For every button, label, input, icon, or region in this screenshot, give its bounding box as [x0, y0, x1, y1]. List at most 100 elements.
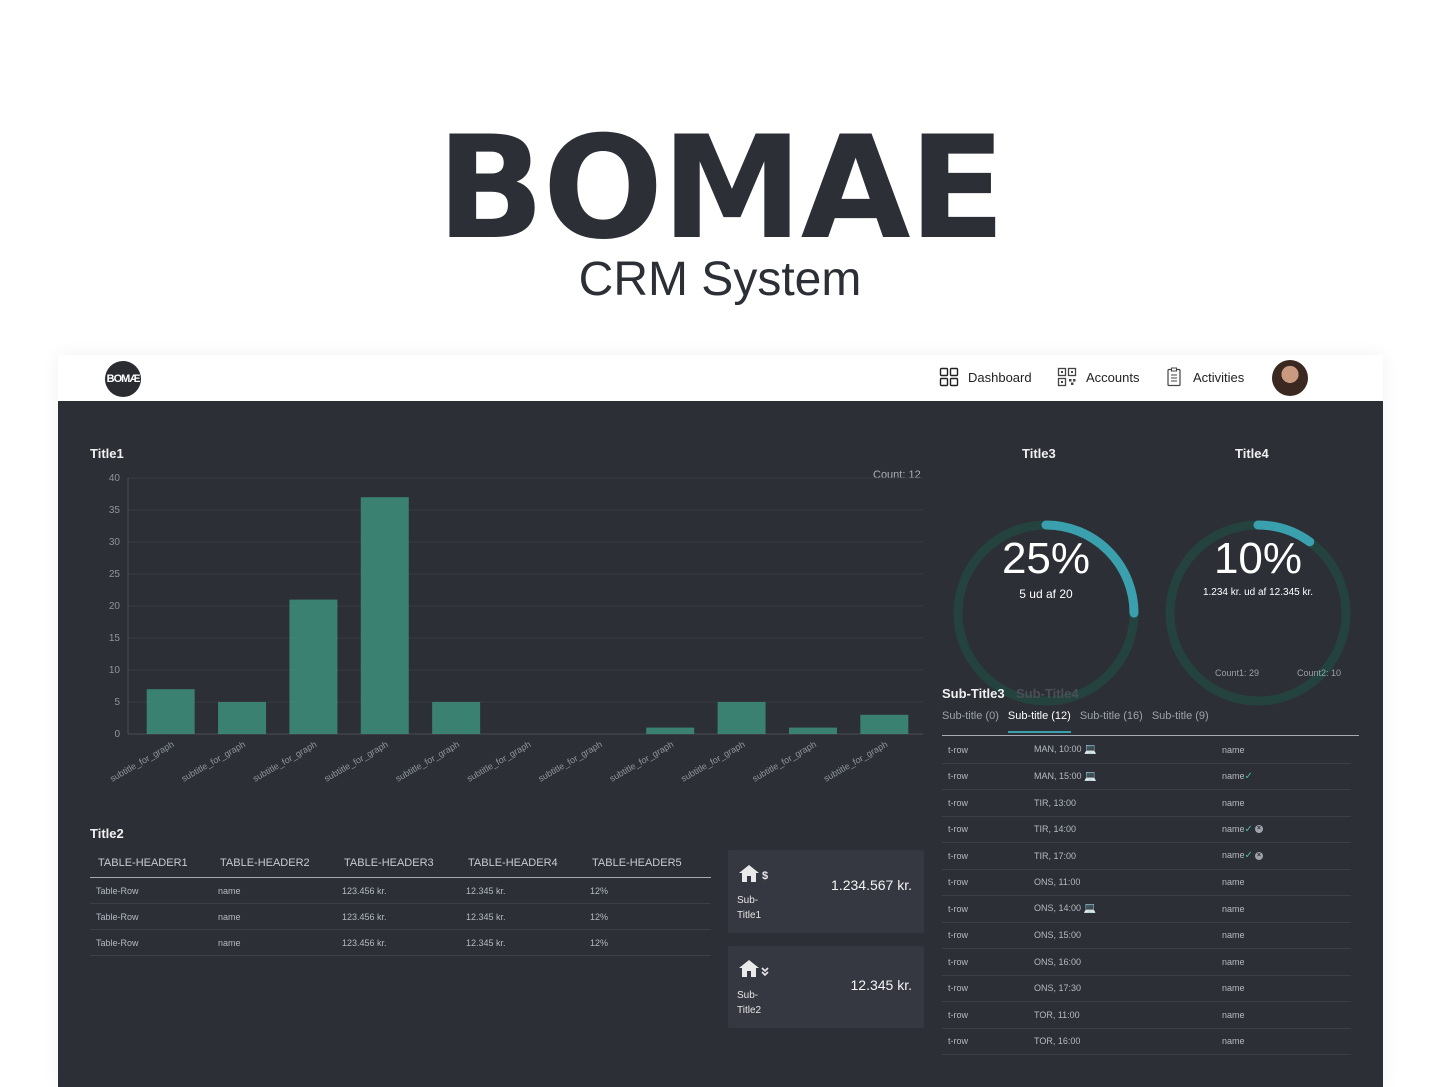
row-time: TOR, 16:00 — [1034, 1036, 1081, 1047]
table-row[interactable]: t-row MAN, 15:00 💻 name✓ — [942, 763, 1351, 790]
card-subtitle-line: Sub- — [737, 990, 759, 1001]
table-row[interactable]: t-row ONS, 14:00 💻 name — [942, 895, 1351, 923]
row-name-cell: name — [1216, 737, 1351, 764]
table-row[interactable]: t-row ONS, 17:30 name — [942, 975, 1351, 1002]
row-name: name — [1222, 770, 1245, 781]
bar[interactable] — [360, 497, 409, 734]
table-cell: 12.345 kr. — [460, 877, 584, 904]
row-time: ONS, 16:00 — [1034, 956, 1082, 967]
table-row[interactable]: t-row ONS, 16:00 name — [942, 948, 1351, 976]
avatar[interactable] — [1272, 360, 1308, 396]
clipboard-icon — [1167, 367, 1181, 387]
x-tick-label: subtitle_for_graph — [394, 739, 461, 784]
table-header[interactable]: TABLE-HEADER3 — [336, 849, 460, 878]
table-cell: Table-Row — [90, 929, 212, 956]
row-time-cell: TIR, 17:00 — [1028, 842, 1216, 870]
table-cell: 123.456 kr. — [336, 929, 460, 956]
x-tick-label: subtitle_for_graph — [608, 739, 675, 784]
logo[interactable]: BOMÆ — [105, 361, 141, 397]
table-header-row: TABLE-HEADER1 TABLE-HEADER2 TABLE-HEADER… — [90, 849, 711, 878]
tab-subtitle4[interactable]: Sub-Title4 — [1016, 686, 1079, 701]
row-time: ONS, 17:30 — [1034, 983, 1082, 994]
table-row[interactable]: Table-Row name 123.456 kr. 12.345 kr. 12… — [90, 877, 711, 904]
row-time-cell: ONS, 16:00 — [1028, 948, 1216, 976]
table-cell: 123.456 kr. — [336, 903, 460, 930]
bar[interactable] — [646, 727, 695, 734]
row-name-cell: name — [1216, 1028, 1351, 1055]
subtab[interactable]: Sub-title (0) — [942, 710, 999, 733]
bar[interactable] — [289, 599, 338, 734]
table-row[interactable]: t-row MAN, 10:00 💻 name — [942, 737, 1351, 764]
nav-dashboard[interactable]: Dashboard — [939, 367, 1032, 387]
card-subtitle-line: Sub- — [737, 895, 759, 906]
y-tick-label: 20 — [109, 601, 121, 612]
table-row[interactable]: t-row ONS, 15:00 name — [942, 922, 1351, 949]
row-label: t-row — [942, 1028, 1028, 1055]
subtab[interactable]: Sub-title (12) — [1007, 710, 1071, 733]
nav-accounts[interactable]: Accounts — [1057, 367, 1139, 387]
gauge-percent: 25% — [1001, 534, 1091, 583]
table-cell: name — [212, 929, 336, 956]
subtab[interactable]: Sub-title (16) — [1080, 710, 1143, 733]
qr-code-icon — [1057, 367, 1077, 387]
bar[interactable] — [218, 702, 267, 734]
table-row[interactable]: t-row TOR, 11:00 name — [942, 1001, 1351, 1029]
laptop-icon: 💻 — [1081, 903, 1097, 915]
card-amount: 1.234.567 kr. — [831, 877, 912, 893]
row-time: TIR, 13:00 — [1034, 797, 1077, 808]
table-row[interactable]: Table-Row name 123.456 kr. 12.345 kr. 12… — [90, 903, 711, 930]
bar[interactable] — [432, 702, 481, 734]
table-row[interactable]: t-row TIR, 17:00 name✓ × — [942, 842, 1351, 870]
table-row[interactable]: t-row TOR, 16:00 name — [942, 1028, 1351, 1055]
bar[interactable] — [788, 727, 837, 734]
bar[interactable] — [146, 689, 195, 734]
y-tick-label: 35 — [109, 505, 121, 516]
close-icon[interactable]: × — [1254, 825, 1263, 834]
table-cell: 12.345 kr. — [460, 929, 584, 956]
table-row[interactable]: t-row TIR, 14:00 name✓ × — [942, 816, 1351, 843]
x-tick-label: subtitle_for_graph — [751, 739, 818, 784]
y-tick-label: 0 — [114, 729, 120, 740]
subtab[interactable]: Sub-title (9) — [1152, 710, 1209, 733]
table-header[interactable]: TABLE-HEADER1 — [90, 849, 212, 878]
chart-title: Title1 — [90, 446, 124, 461]
row-time-cell: TIR, 13:00 — [1028, 789, 1216, 817]
house-down-icon — [739, 960, 769, 977]
table-row[interactable]: Table-Row name 123.456 kr. 12.345 kr. 12… — [90, 929, 711, 956]
row-name-cell: name — [1216, 922, 1351, 949]
x-tick-label: subtitle_for_graph — [322, 739, 389, 784]
row-time: TOR, 11:00 — [1034, 1009, 1080, 1020]
tab-subtitle3[interactable]: Sub-Title3 — [942, 686, 1005, 701]
x-tick-label: subtitle_for_graph — [251, 739, 318, 784]
summary-card-1[interactable]: $ 1.234.567 kr. Sub- Title1 — [728, 850, 924, 933]
y-tick-label: 25 — [109, 569, 121, 580]
row-time: MAN, 15:00 — [1034, 770, 1082, 781]
table-title: Title2 — [90, 826, 124, 841]
table-cell: name — [212, 903, 336, 930]
grid-icon — [939, 367, 959, 387]
table-header[interactable]: TABLE-HEADER2 — [212, 849, 336, 878]
y-tick-label: 30 — [109, 537, 121, 548]
table-cell: name — [212, 877, 336, 904]
table-row[interactable]: t-row TIR, 13:00 name — [942, 789, 1351, 817]
app-window: BOMÆ Dashboard Accounts Activities Title… — [58, 355, 1383, 1087]
summary-card-2[interactable]: 12.345 kr. Sub- Title2 — [728, 946, 924, 1028]
row-label: t-row — [942, 763, 1028, 790]
gauge-percent: 10% — [1213, 534, 1303, 583]
nav-activities[interactable]: Activities — [1164, 367, 1244, 387]
row-time: TIR, 14:00 — [1034, 824, 1077, 835]
bar[interactable] — [860, 714, 909, 734]
row-name: name — [1222, 877, 1245, 888]
table-cell: Table-Row — [90, 877, 212, 904]
bar[interactable] — [717, 702, 766, 734]
row-label: t-row — [942, 975, 1028, 1002]
table-header[interactable]: TABLE-HEADER5 — [584, 849, 711, 878]
table-header[interactable]: TABLE-HEADER4 — [460, 849, 584, 878]
table-row[interactable]: t-row ONS, 11:00 name — [942, 869, 1351, 896]
row-time-cell: ONS, 14:00 💻 — [1028, 895, 1216, 923]
y-tick-label: 15 — [109, 633, 121, 644]
row-label: t-row — [942, 869, 1028, 896]
row-time-cell: MAN, 15:00 💻 — [1028, 763, 1216, 790]
close-icon[interactable]: × — [1254, 851, 1263, 860]
row-name: name — [1222, 930, 1245, 941]
